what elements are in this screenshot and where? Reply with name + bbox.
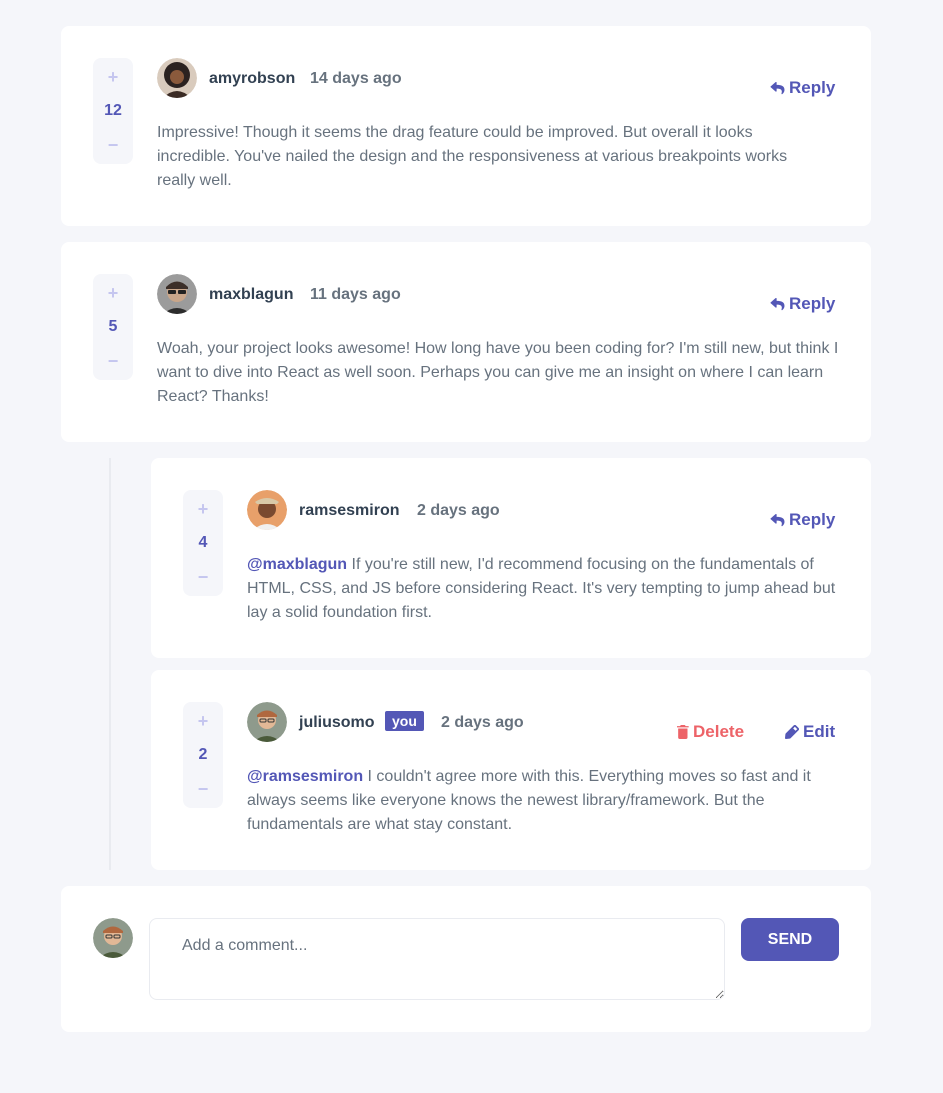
- reply-arrow-icon: [770, 81, 785, 94]
- pencil-icon: [785, 725, 799, 739]
- vote-score: 12: [104, 102, 122, 119]
- delete-label: Delete: [693, 722, 745, 741]
- comment-time: 11 days ago: [310, 286, 401, 303]
- vote-control: + 2 −: [183, 702, 223, 808]
- downvote-button[interactable]: −: [183, 776, 223, 802]
- reply-time: 2 days ago: [417, 502, 500, 519]
- mention-link[interactable]: @maxblagun: [247, 556, 347, 573]
- downvote-button[interactable]: −: [183, 564, 223, 590]
- upvote-button[interactable]: +: [93, 280, 133, 306]
- mention-link[interactable]: @ramsesmiron: [247, 768, 363, 785]
- trash-icon: [677, 725, 689, 739]
- reply-content: @ramsesmiron I couldn't agree more with …: [247, 765, 843, 837]
- reply-button[interactable]: Reply: [770, 510, 835, 530]
- upvote-button[interactable]: +: [183, 496, 223, 522]
- comment-username[interactable]: amyrobson: [209, 70, 295, 88]
- reply-button[interactable]: Reply: [770, 294, 835, 314]
- comment-username[interactable]: maxblagun: [209, 286, 293, 304]
- upvote-button[interactable]: +: [183, 708, 223, 734]
- send-button[interactable]: SEND: [741, 918, 839, 961]
- edit-label: Edit: [803, 722, 836, 741]
- reply-label: Reply: [789, 78, 836, 97]
- reply-button[interactable]: Reply: [770, 78, 835, 98]
- avatar: [247, 702, 287, 742]
- reply-username[interactable]: ramsesmiron: [299, 502, 400, 520]
- avatar: [157, 274, 197, 314]
- you-badge: you: [385, 711, 424, 731]
- avatar: [247, 490, 287, 530]
- comment-content: Woah, your project looks awesome! How lo…: [157, 340, 839, 405]
- reply-arrow-icon: [770, 297, 785, 310]
- reply-thread-line: [109, 458, 111, 870]
- upvote-button[interactable]: +: [93, 64, 133, 90]
- reply-time: 2 days ago: [441, 714, 524, 731]
- avatar: [157, 58, 197, 98]
- comment-time: 14 days ago: [310, 70, 402, 87]
- edit-button[interactable]: Edit: [785, 722, 835, 742]
- downvote-button[interactable]: −: [93, 348, 133, 374]
- vote-score: 2: [198, 746, 208, 763]
- current-user-avatar: [93, 918, 133, 958]
- reply-label: Reply: [789, 294, 836, 313]
- vote-control: + 12 −: [93, 58, 133, 164]
- vote-score: 5: [108, 318, 118, 335]
- downvote-button[interactable]: −: [93, 132, 133, 158]
- vote-control: + 4 −: [183, 490, 223, 596]
- vote-score: 4: [198, 534, 208, 551]
- reply-content: @maxblagun If you're still new, I'd reco…: [247, 553, 837, 625]
- reply-arrow-icon: [770, 513, 785, 526]
- reply-username[interactable]: juliusomo: [299, 714, 375, 732]
- comment-content: Impressive! Though it seems the drag fea…: [157, 124, 788, 189]
- vote-control: + 5 −: [93, 274, 133, 380]
- reply-label: Reply: [789, 510, 836, 529]
- comment-input[interactable]: [149, 918, 725, 1000]
- delete-button[interactable]: Delete: [677, 722, 744, 742]
